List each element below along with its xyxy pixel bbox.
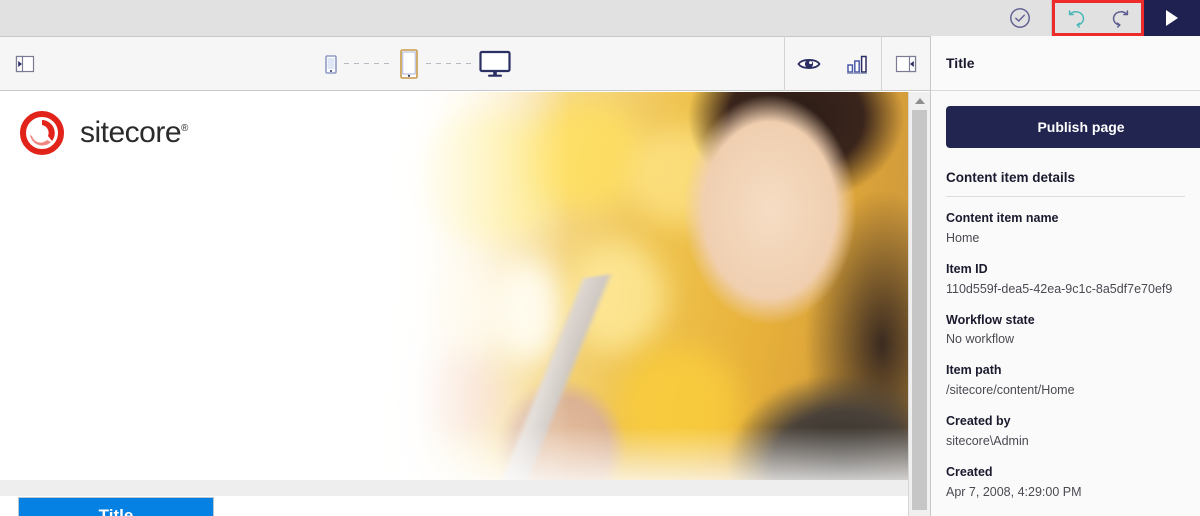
content-item-fields: Content item name Home Item ID 110d559f-dea… [946, 209, 1185, 516]
collapse-right-panel-button[interactable] [882, 36, 930, 91]
detail-field-label: Created by [946, 414, 1011, 428]
undo-arrow-icon [1068, 10, 1084, 28]
top-toolbar [0, 0, 1200, 36]
canvas-scrollbar[interactable] [908, 92, 930, 516]
play-triangle-icon [1166, 10, 1178, 26]
detail-field-label: Workflow state [946, 312, 1035, 327]
detail-field: Item ID 110d559f-dea5-42ea-9c1c-8a5df7e70… [946, 260, 1185, 299]
collapse-right-panel-icon [895, 55, 917, 72]
sitecore-logo[interactable]: sitecore® [18, 109, 188, 157]
detail-field-label: Content item name [946, 211, 1059, 225]
device-selector [50, 47, 784, 81]
desktop-icon [479, 50, 511, 77]
collapse-left-panel-icon [15, 55, 35, 72]
detail-field-value: No workflow [946, 332, 1015, 347]
redo-arrow-icon [1112, 10, 1128, 28]
check-circle-icon [1010, 8, 1030, 28]
device-connector-2 [426, 63, 474, 64]
scroll-up-button[interactable] [909, 92, 930, 109]
hero-image [370, 92, 908, 497]
undo-button[interactable] [1055, 3, 1098, 33]
sitecore-logo-icon [20, 111, 64, 155]
toolbar-right-actions [784, 36, 930, 91]
detail-field: Workflow state No workflow [946, 311, 1185, 350]
sitecore-wordmark-text: sitecore [80, 116, 182, 149]
page-preview-canvas[interactable]: sitecore® Title [0, 92, 908, 516]
device-tablet-button[interactable] [396, 47, 422, 81]
eye-icon [797, 58, 821, 69]
detail-field: Content item name Home [946, 209, 1185, 248]
detail-field-value: Home [946, 230, 980, 245]
cta-button[interactable]: Title [18, 497, 214, 516]
detail-field-value: Apr 7, 2008, 4:29:00 PM [946, 484, 1082, 499]
hero-section: sitecore® [0, 92, 908, 497]
content-item-details-heading: Content item details [946, 170, 1076, 185]
detail-field-label: Item ID [946, 261, 988, 276]
device-connector-1 [344, 63, 392, 64]
scroll-up-arrow-icon [914, 97, 925, 104]
device-desktop-button[interactable] [478, 49, 512, 79]
preview-button[interactable] [785, 36, 833, 91]
validate-button[interactable] [989, 0, 1051, 36]
scrollbar-thumb[interactable] [912, 110, 927, 510]
page-editor-window: sitecore® Title Title Publish page Conte… [0, 0, 1200, 516]
detail-field: Item path/sitecore/content/Home [946, 361, 1185, 400]
redo-button[interactable] [1098, 3, 1141, 33]
detail-field-label: Item path [946, 363, 1002, 378]
collapse-left-panel-button[interactable] [0, 53, 50, 75]
tablet-icon [400, 48, 418, 79]
undo-redo-highlight-group [1052, 0, 1144, 36]
detail-field-value: sitecore\Admin [946, 433, 1029, 448]
bar-chart-icon [847, 55, 867, 74]
detail-field-value: 110d559f-dea5-42ea-9c1c-8a5df7e70ef9 [946, 281, 1173, 296]
detail-field-label: Created [946, 464, 993, 479]
sitecore-wordmark: sitecore® [80, 116, 188, 150]
detail-field-value: /sitecore/content/Home [946, 383, 1075, 397]
mobile-icon [325, 54, 337, 74]
detail-field: Created by sitecore\Admin [946, 412, 1185, 451]
panel-title: Title [931, 36, 1200, 91]
device-mobile-button[interactable] [322, 50, 340, 78]
section-divider [946, 196, 1185, 197]
publish-page-button[interactable]: Publish page [946, 106, 1200, 148]
details-panel: Title Publish page Content item details … [930, 36, 1200, 516]
next-step-button[interactable] [1144, 0, 1200, 36]
editor-toolbar [0, 36, 930, 91]
analytics-button[interactable] [833, 36, 881, 91]
panel-body: Publish page Content item details Conten… [931, 91, 1200, 516]
hero-bottom-band [0, 480, 908, 496]
device-strip [322, 47, 512, 81]
detail-field: Created Apr 7, 2008, 4:29:00 PM [946, 463, 1185, 502]
registered-mark: ® [181, 123, 188, 134]
